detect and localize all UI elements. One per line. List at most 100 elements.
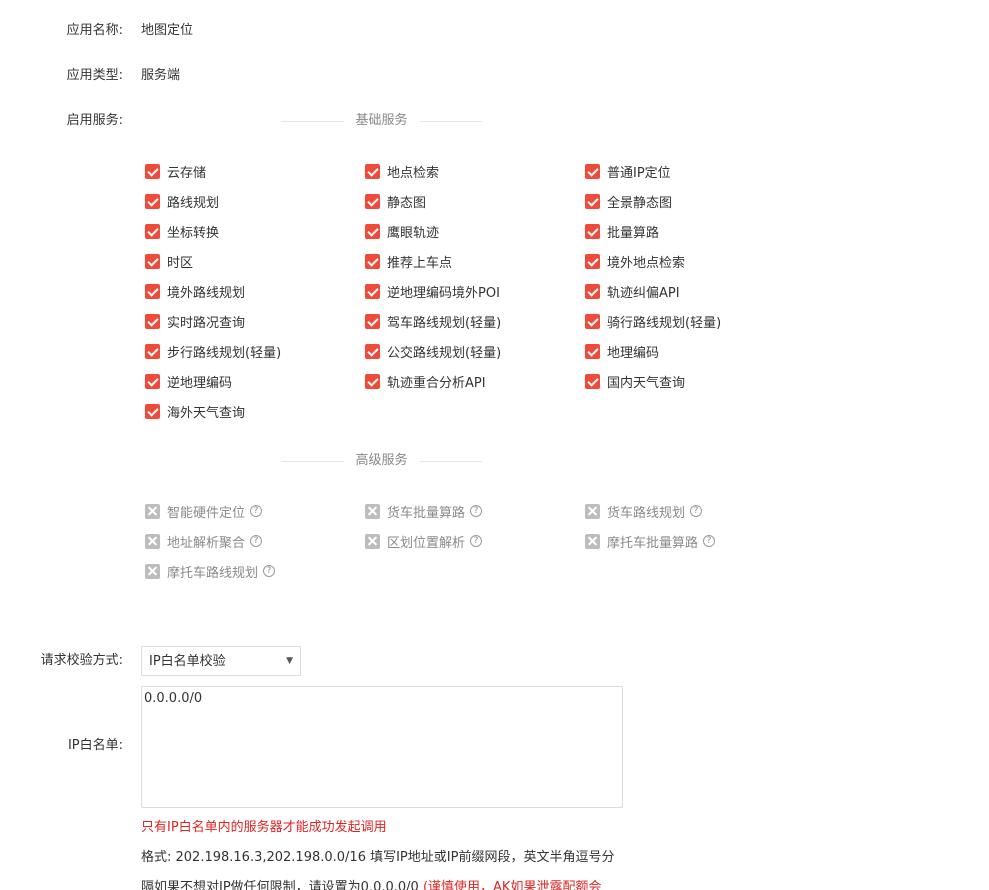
basic-service-item[interactable]: 全景静态图	[585, 186, 805, 216]
basic-service-item[interactable]: 骑行路线规划(轻量)	[585, 306, 805, 336]
advanced-service-label: 区划位置解析	[387, 535, 466, 551]
checkbox-disabled-icon	[365, 533, 380, 549]
checkbox-checked-icon[interactable]	[585, 163, 600, 179]
advanced-services-list: 智能硬件定位? 货车批量算路? 货车路线规划? 地址解析聚合? 区划位置解析? 摩托车批量…	[145, 496, 845, 586]
checkbox-checked-icon[interactable]	[145, 373, 160, 389]
checkbox-checked-icon[interactable]	[145, 343, 160, 359]
help-icon[interactable]: ?	[263, 565, 276, 577]
checkbox-checked-icon[interactable]	[585, 343, 600, 359]
checkbox-checked-icon[interactable]	[145, 283, 160, 299]
checkbox-checked-icon[interactable]	[145, 403, 160, 419]
basic-service-label: 鹰眼轨迹	[387, 225, 440, 241]
advanced-service-label: 智能硬件定位	[167, 505, 246, 521]
checkbox-checked-icon[interactable]	[145, 223, 160, 239]
verify-method-selected: IP白名单校验	[149, 654, 226, 669]
basic-service-label: 路线规划	[167, 195, 220, 211]
basic-service-label: 驾车路线规划(轻量)	[387, 315, 502, 331]
checkbox-checked-icon[interactable]	[365, 283, 380, 299]
advanced-service-label: 摩托车批量算路	[607, 535, 699, 551]
advanced-service-item: 区划位置解析?	[365, 526, 585, 556]
basic-service-item[interactable]: 批量算路	[585, 216, 805, 246]
app-type-value: 服务端	[141, 68, 181, 83]
basic-service-label: 公交路线规划(轻量)	[387, 345, 502, 361]
basic-service-label: 时区	[167, 255, 194, 271]
basic-service-label: 批量算路	[607, 225, 660, 241]
checkbox-disabled-icon	[145, 533, 160, 549]
basic-service-item[interactable]: 实时路况查询	[145, 306, 365, 336]
advanced-service-item: 地址解析聚合?	[145, 526, 365, 556]
checkbox-checked-icon[interactable]	[585, 373, 600, 389]
checkbox-checked-icon[interactable]	[145, 193, 160, 209]
checkbox-checked-icon[interactable]	[145, 163, 160, 179]
basic-service-label: 轨迹纠偏API	[607, 285, 680, 301]
basic-service-label: 步行路线规划(轻量)	[167, 345, 282, 361]
whitelist-extra-text: 隔如果不想对IP做任何限制，请设置为0.0.0.0/0	[141, 880, 419, 890]
checkbox-checked-icon[interactable]	[365, 313, 380, 329]
help-icon[interactable]: ?	[250, 535, 263, 547]
checkbox-checked-icon[interactable]	[585, 313, 600, 329]
basic-service-item[interactable]: 海外天气查询	[145, 396, 365, 426]
help-icon[interactable]: ?	[470, 535, 483, 547]
ip-whitelist-label: IP白名单:	[67, 738, 123, 753]
basic-service-label: 地理编码	[607, 345, 660, 361]
whitelist-extra-warn: (谨慎使用，AK如果泄露配额会	[422, 880, 602, 890]
basic-service-label: 国内天气查询	[607, 375, 686, 391]
basic-service-item[interactable]: 国内天气查询	[585, 366, 805, 396]
checkbox-checked-icon[interactable]	[365, 253, 380, 269]
basic-service-label: 云存储	[167, 165, 207, 181]
basic-service-label: 逆地理编码	[167, 375, 233, 391]
checkbox-disabled-icon	[585, 533, 600, 549]
checkbox-disabled-icon	[585, 503, 600, 519]
help-icon[interactable]: ?	[703, 535, 716, 547]
whitelist-extra-note: 隔如果不想对IP做任何限制，请设置为0.0.0.0/0 (谨慎使用，AK如果泄露…	[141, 879, 601, 890]
basic-service-item[interactable]: 路线规划	[145, 186, 365, 216]
whitelist-format-note: 格式: 202.198.16.3,202.198.0.0/16 填写IP地址或I…	[141, 850, 615, 865]
basic-service-item[interactable]: 公交路线规划(轻量)	[365, 336, 585, 366]
basic-service-item[interactable]: 推荐上车点	[365, 246, 585, 276]
checkbox-checked-icon[interactable]	[365, 193, 380, 209]
basic-service-item[interactable]: 轨迹重合分析API	[365, 366, 585, 396]
help-icon[interactable]: ?	[470, 505, 483, 517]
basic-service-label: 地点检索	[387, 165, 440, 181]
checkbox-checked-icon[interactable]	[365, 373, 380, 389]
basic-service-label: 逆地理编码境外POI	[387, 285, 500, 301]
checkbox-checked-icon[interactable]	[585, 193, 600, 209]
chevron-down-icon: ▼	[286, 656, 293, 666]
basic-service-item[interactable]: 时区	[145, 246, 365, 276]
whitelist-red-note: 只有IP白名单内的服务器才能成功发起调用	[141, 820, 387, 835]
basic-service-item[interactable]: 静态图	[365, 186, 585, 216]
basic-service-item[interactable]: 境外地点检索	[585, 246, 805, 276]
checkbox-checked-icon[interactable]	[145, 253, 160, 269]
basic-service-item[interactable]: 云存储	[145, 156, 365, 186]
advanced-service-label: 地址解析聚合	[167, 535, 246, 551]
verify-method-select[interactable]: IP白名单校验 ▼	[141, 646, 301, 676]
help-icon[interactable]: ?	[690, 505, 703, 517]
basic-service-item[interactable]: 地点检索	[365, 156, 585, 186]
basic-service-item[interactable]: 逆地理编码	[145, 366, 365, 396]
basic-service-item[interactable]: 轨迹纠偏API	[585, 276, 805, 306]
checkbox-checked-icon[interactable]	[365, 343, 380, 359]
basic-service-item[interactable]: 逆地理编码境外POI	[365, 276, 585, 306]
checkbox-checked-icon[interactable]	[585, 253, 600, 269]
basic-service-item[interactable]: 坐标转换	[145, 216, 365, 246]
basic-service-item[interactable]: 地理编码	[585, 336, 805, 366]
basic-service-item[interactable]: 普通IP定位	[585, 156, 805, 186]
basic-service-item[interactable]: 鹰眼轨迹	[365, 216, 585, 246]
advanced-service-item: 摩托车路线规划?	[145, 556, 365, 586]
checkbox-checked-icon[interactable]	[365, 163, 380, 179]
basic-service-label: 轨迹重合分析API	[387, 375, 486, 391]
help-icon[interactable]: ?	[250, 505, 263, 517]
basic-service-label: 推荐上车点	[387, 255, 453, 271]
checkbox-checked-icon[interactable]	[585, 283, 600, 299]
basic-service-item[interactable]: 步行路线规划(轻量)	[145, 336, 365, 366]
checkbox-checked-icon[interactable]	[365, 223, 380, 239]
basic-service-item[interactable]: 境外路线规划	[145, 276, 365, 306]
checkbox-checked-icon[interactable]	[145, 313, 160, 329]
advanced-service-label: 货车路线规划	[607, 505, 686, 521]
basic-services-list: 云存储 地点检索 普通IP定位路线规划 静态图 全景静态图坐标转换 鹰眼轨迹 批量算路时区 推…	[145, 156, 845, 426]
verify-method-label: 请求校验方式:	[40, 653, 123, 668]
checkbox-checked-icon[interactable]	[585, 223, 600, 239]
basic-service-item[interactable]: 驾车路线规划(轻量)	[365, 306, 585, 336]
basic-service-label: 境外地点检索	[607, 255, 686, 271]
ip-whitelist-textarea[interactable]: 0.0.0.0/0	[141, 686, 623, 808]
